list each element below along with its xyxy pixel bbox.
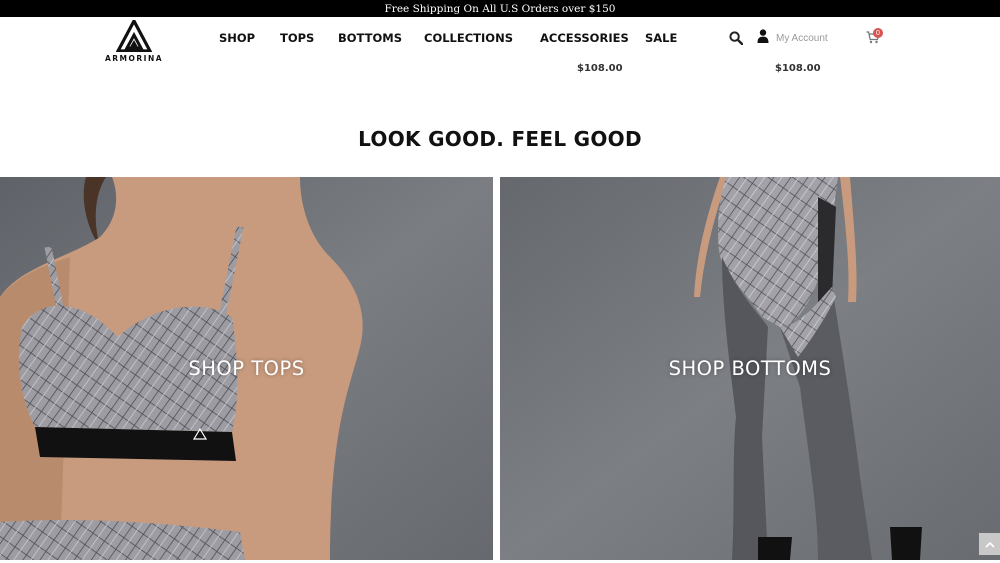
user-icon[interactable]: [757, 29, 769, 43]
free-shipping-banner: Free Shipping On All U.S Orders over $15…: [0, 0, 1000, 17]
site-header: ARMORINA SHOP TOPS BOTTOMS COLLECTIONS A…: [0, 17, 1000, 67]
product-price: $108.00: [577, 63, 623, 74]
shop-tops-label: SHOP TOPS: [188, 357, 305, 380]
brand-name: ARMORINA: [104, 54, 164, 63]
nav-tops[interactable]: TOPS: [280, 31, 314, 45]
cart-count-badge: 0: [873, 28, 883, 38]
shop-bottoms-tile[interactable]: SHOP BOTTOMS: [500, 177, 1000, 560]
nav-shop[interactable]: SHOP: [219, 31, 255, 45]
shop-tops-tile[interactable]: SHOP TOPS: [0, 177, 493, 560]
nav-sale[interactable]: SALE: [645, 31, 677, 45]
brand-logo[interactable]: ARMORINA: [96, 20, 172, 63]
my-account-link[interactable]: My Account: [776, 33, 828, 44]
nav-accessories[interactable]: ACCESSORIES: [540, 31, 629, 45]
section-heading: LOOK GOOD. FEEL GOOD: [358, 127, 642, 151]
free-shipping-text: Free Shipping On All U.S Orders over $15…: [384, 2, 616, 15]
nav-bottoms[interactable]: BOTTOMS: [338, 31, 402, 45]
chevron-up-icon: [984, 541, 995, 548]
product-price: $108.00: [775, 63, 821, 74]
nav-collections[interactable]: COLLECTIONS: [424, 31, 513, 45]
shop-bottoms-label: SHOP BOTTOMS: [668, 357, 832, 380]
armorina-logo-mark: [116, 20, 152, 52]
search-icon[interactable]: [729, 31, 743, 45]
scroll-to-top-button[interactable]: [979, 533, 1000, 555]
